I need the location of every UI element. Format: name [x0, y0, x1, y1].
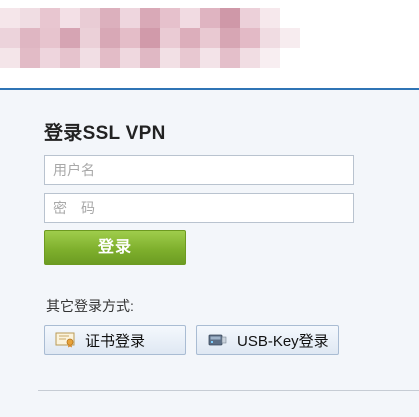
usb-key-login-label: USB-Key登录: [237, 332, 329, 350]
header: [0, 0, 419, 90]
password-input[interactable]: [44, 193, 354, 223]
certificate-login-label: 证书登录: [85, 332, 146, 350]
blurred-logo: [0, 8, 300, 78]
login-page: 登录SSL VPN 登录 其它登录方式: 证书登录 USB-Key登录: [0, 0, 419, 417]
certificate-login-button[interactable]: 证书登录: [44, 325, 186, 355]
alt-login-label: 其它登录方式:: [46, 298, 134, 314]
usb-key-icon: [207, 332, 227, 348]
login-button[interactable]: 登录: [44, 230, 186, 265]
usb-key-login-button[interactable]: USB-Key登录: [196, 325, 339, 355]
page-title: 登录SSL VPN: [44, 123, 166, 144]
certificate-icon: [55, 332, 75, 348]
divider: [38, 390, 419, 391]
username-input[interactable]: [44, 155, 354, 185]
